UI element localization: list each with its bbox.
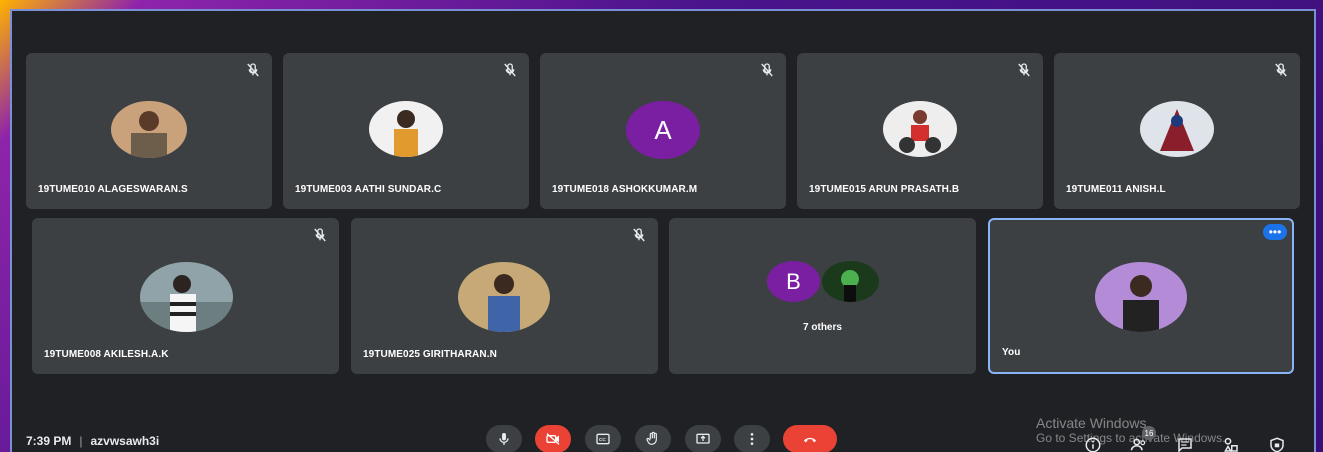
avatar [111, 101, 187, 158]
microphone-button[interactable] [486, 425, 522, 452]
mic-off-icon [1018, 63, 1030, 77]
avatar: A [626, 101, 700, 159]
meeting-info: 7:39 PM | azvwsawh3i [26, 434, 159, 448]
mic-off-icon [1275, 63, 1287, 77]
others-count-label: 7 others [803, 322, 842, 333]
avatar [369, 101, 443, 157]
svg-text:CC: CC [599, 437, 606, 442]
avatar [822, 261, 879, 302]
meeting-code: azvwsawh3i [90, 434, 160, 448]
leave-call-button[interactable] [783, 425, 837, 452]
bottom-toolbar: 7:39 PM | azvwsawh3i CC Activate Windows G… [12, 416, 1314, 452]
mic-off-icon [761, 63, 773, 77]
mic-off-icon [633, 228, 645, 242]
participant-tile[interactable]: 19TUME025 GIRITHARAN.N [351, 218, 658, 374]
chat-icon[interactable] [1176, 436, 1194, 452]
participant-name: 19TUME025 GIRITHARAN.N [363, 349, 497, 360]
hand-icon [646, 431, 657, 445]
present-button[interactable] [685, 425, 721, 452]
participant-name: 19TUME010 ALAGESWARAN.S [38, 184, 188, 195]
self-tile[interactable]: ••• You [988, 218, 1294, 374]
watermark-title: Activate Windows [1036, 415, 1147, 431]
participant-name: 19TUME015 ARUN PRASATH.B [809, 184, 960, 195]
mic-off-icon [314, 228, 326, 242]
participant-tile[interactable]: 19TUME015 ARUN PRASATH.B [797, 53, 1043, 209]
avatar [1140, 101, 1214, 157]
present-icon [696, 433, 710, 444]
participant-name: 19TUME003 AATHI SUNDAR.C [295, 184, 442, 195]
camera-button[interactable] [535, 425, 571, 452]
info-icon[interactable] [1084, 436, 1102, 452]
mic-off-icon [247, 63, 259, 77]
camera-off-icon [546, 433, 560, 445]
captions-icon: CC [596, 433, 610, 445]
more-options-button[interactable]: ••• [1263, 224, 1287, 240]
avatar [458, 262, 550, 332]
participant-tile[interactable]: 19TUME003 AATHI SUNDAR.C [283, 53, 529, 209]
participant-tile[interactable]: A 19TUME018 ASHOKKUMAR.M [540, 53, 786, 209]
participant-name: 19TUME008 AKILESH.A.K [44, 349, 169, 360]
separator: | [79, 434, 83, 448]
participant-tile[interactable]: 19TUME011 ANISH.L [1054, 53, 1300, 209]
activities-icon[interactable] [1222, 436, 1240, 452]
captions-button[interactable]: CC [585, 425, 621, 452]
avatar [140, 262, 233, 332]
mic-icon [499, 433, 509, 445]
participant-name: 19TUME011 ANISH.L [1066, 184, 1166, 195]
hang-up-icon [804, 437, 816, 443]
self-label: You [1002, 347, 1021, 358]
avatar [1095, 262, 1187, 332]
more-vert-icon [750, 433, 754, 445]
clock: 7:39 PM [26, 434, 72, 448]
host-controls-icon[interactable] [1268, 436, 1286, 452]
more-options-button[interactable] [734, 425, 770, 452]
participant-name: 19TUME018 ASHOKKUMAR.M [552, 184, 698, 195]
mic-off-icon [504, 63, 516, 77]
participant-tile[interactable]: 19TUME010 ALAGESWARAN.S [26, 53, 272, 209]
avatar: B [767, 261, 820, 302]
avatar [883, 101, 957, 157]
meet-window: 19TUME010 ALAGESWARAN.S 19TUME003 AATHI … [10, 9, 1316, 452]
people-icon[interactable] [1130, 436, 1148, 452]
others-tile[interactable]: B 7 others [669, 218, 976, 374]
raise-hand-button[interactable] [635, 425, 671, 452]
participant-tile[interactable]: 19TUME008 AKILESH.A.K [32, 218, 339, 374]
